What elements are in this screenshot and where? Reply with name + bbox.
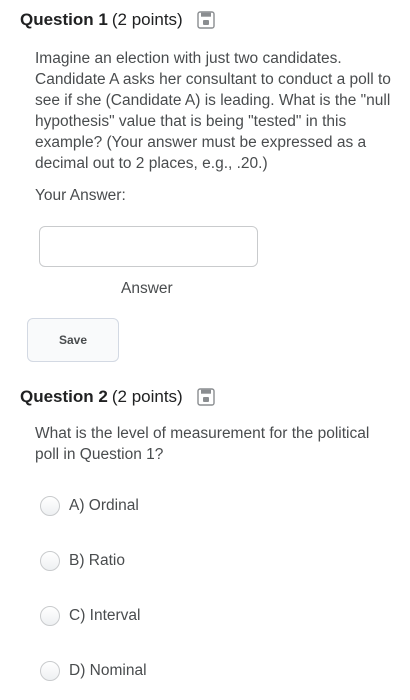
save-button[interactable]: Save	[27, 318, 119, 362]
answer-caption: Answer	[121, 280, 173, 297]
question-1-points: (2 points)	[111, 10, 183, 29]
option-a[interactable]: A) Ordinal	[40, 496, 139, 516]
question-1-title: Question 1	[20, 10, 108, 29]
question-1-header: Question 1 (2 points)	[20, 10, 215, 30]
option-label: C) Interval	[69, 607, 141, 624]
option-c[interactable]: C) Interval	[40, 606, 141, 626]
option-label: D) Nominal	[69, 662, 147, 679]
save-icon[interactable]	[197, 388, 215, 406]
save-icon[interactable]	[197, 11, 215, 29]
question-1-text: Imagine an election with just two candid…	[35, 50, 391, 172]
option-b[interactable]: B) Ratio	[40, 551, 125, 571]
radio-button[interactable]	[40, 551, 60, 571]
radio-button[interactable]	[40, 496, 60, 516]
quiz-page: Question 1 (2 points) Imagine an electio…	[0, 0, 410, 700]
question-2-text: What is the level of measurement for the…	[35, 425, 370, 463]
option-d[interactable]: D) Nominal	[40, 661, 147, 681]
option-label: B) Ratio	[69, 552, 125, 569]
your-answer-label: Your Answer:	[35, 187, 126, 204]
answer-input[interactable]	[39, 226, 258, 267]
question-2-points: (2 points)	[111, 387, 183, 406]
radio-button[interactable]	[40, 606, 60, 626]
radio-button[interactable]	[40, 661, 60, 681]
question-2-header: Question 2 (2 points)	[20, 387, 215, 407]
option-label: A) Ordinal	[69, 497, 139, 514]
question-2-title: Question 2	[20, 387, 108, 406]
